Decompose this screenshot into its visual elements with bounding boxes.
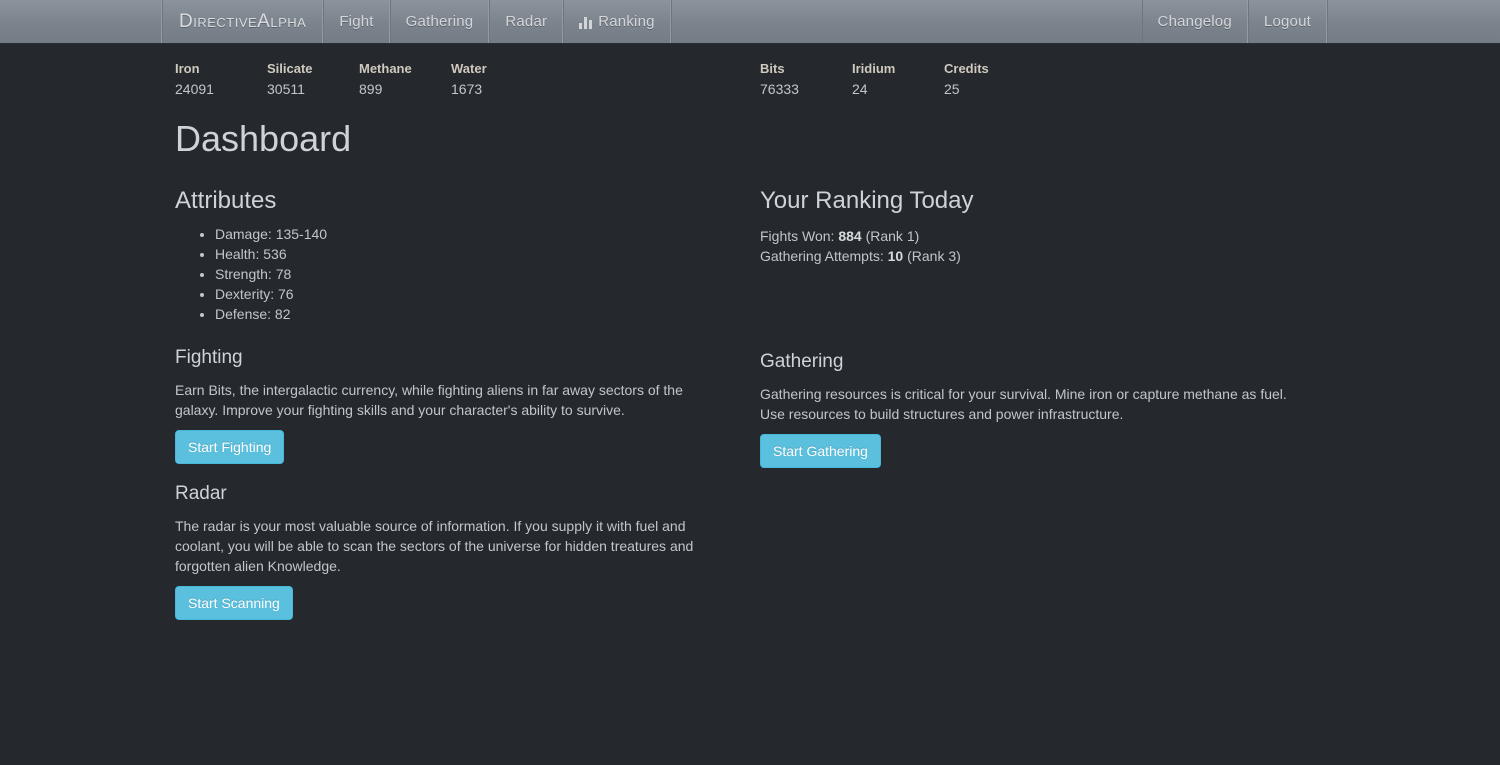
resource-iridium-value: 24 bbox=[852, 81, 868, 97]
dashboard-columns: Attributes Damage: 135-140 Health: 536 S… bbox=[175, 164, 1325, 620]
gathering-block: Gathering Gathering resources is critica… bbox=[760, 350, 1345, 468]
ranking-title: Your Ranking Today bbox=[760, 187, 974, 214]
ranking-fights-won-label: Fights Won: bbox=[760, 228, 835, 244]
resource-iron-value: 24091 bbox=[175, 81, 214, 97]
ranking-fights-won-value: 884 bbox=[838, 228, 862, 244]
nav-item-logout[interactable]: Logout bbox=[1247, 0, 1327, 43]
ranking-gathering-attempts-label: Gathering Attempts: bbox=[760, 248, 884, 264]
resource-bits-value: 76333 bbox=[760, 81, 799, 97]
resource-iridium: Iridium 24 bbox=[852, 59, 944, 100]
ranking-fights-won-rank: (Rank 1) bbox=[865, 228, 920, 244]
page-title: Dashboard bbox=[175, 118, 352, 159]
nav-item-logout-label: Logout bbox=[1263, 13, 1311, 30]
list-item: Damage: 135-140 bbox=[215, 224, 760, 244]
nav-item-fight-label: Fight bbox=[339, 13, 374, 30]
resource-methane: Methane 899 bbox=[359, 59, 451, 100]
resource-water-value: 1673 bbox=[451, 81, 483, 97]
nav-item-radar-label: Radar bbox=[505, 13, 548, 30]
start-scanning-button[interactable]: Start Scanning bbox=[175, 586, 293, 620]
navbar-spacer bbox=[670, 0, 1142, 43]
resource-methane-label: Methane bbox=[359, 61, 412, 76]
radar-block: Radar The radar is your most valuable so… bbox=[175, 482, 760, 620]
top-navbar: DirectiveAlpha Fight Gathering Radar Ran… bbox=[0, 0, 1500, 44]
navbar-right-group: Changelog Logout bbox=[1141, 0, 1327, 43]
nav-item-ranking[interactable]: Ranking bbox=[563, 0, 671, 43]
nav-item-gathering-label: Gathering bbox=[405, 13, 474, 30]
resource-water-label: Water bbox=[451, 61, 487, 76]
resource-credits-label: Credits bbox=[944, 61, 989, 76]
resource-water: Water 1673 bbox=[451, 59, 543, 100]
right-column: Your Ranking Today Fights Won: 884 (Rank… bbox=[760, 164, 1345, 620]
start-fighting-button[interactable]: Start Fighting bbox=[175, 430, 285, 464]
ranking-spacer bbox=[760, 266, 1345, 328]
attributes-title: Attributes bbox=[175, 187, 277, 214]
page-container: Iron 24091 Silicate 30511 Methane 899 Wa… bbox=[165, 44, 1335, 620]
fighting-description: Earn Bits, the intergalactic currency, w… bbox=[175, 382, 683, 418]
ranking-fights-won-row: Fights Won: 884 (Rank 1) bbox=[760, 226, 1345, 246]
bar-chart-icon bbox=[579, 16, 593, 29]
gathering-title: Gathering bbox=[760, 351, 844, 372]
fighting-title: Fighting bbox=[175, 347, 243, 368]
resource-iridium-label: Iridium bbox=[852, 61, 896, 76]
resource-bits: Bits 76333 bbox=[760, 59, 852, 100]
nav-item-fight[interactable]: Fight bbox=[323, 0, 390, 43]
radar-description: The radar is your most valuable source o… bbox=[175, 518, 694, 574]
nav-item-radar[interactable]: Radar bbox=[489, 0, 564, 43]
navbar-brand-label: DirectiveAlpha bbox=[179, 10, 307, 32]
nav-item-changelog[interactable]: Changelog bbox=[1141, 0, 1248, 43]
nav-item-changelog-label: Changelog bbox=[1157, 13, 1232, 30]
resource-silicate: Silicate 30511 bbox=[267, 59, 359, 100]
resource-bits-label: Bits bbox=[760, 61, 785, 76]
list-item: Strength: 78 bbox=[215, 264, 760, 284]
resource-iron: Iron 24091 bbox=[175, 59, 267, 100]
resource-credits: Credits 25 bbox=[944, 59, 1036, 100]
ranking-gathering-attempts-value: 10 bbox=[887, 248, 904, 264]
list-item: Defense: 82 bbox=[215, 304, 760, 324]
navbar-right-gutter bbox=[1327, 0, 1500, 43]
nav-item-gathering[interactable]: Gathering bbox=[389, 0, 490, 43]
radar-title: Radar bbox=[175, 483, 227, 504]
nav-item-ranking-label: Ranking bbox=[598, 13, 655, 30]
left-column: Attributes Damage: 135-140 Health: 536 S… bbox=[175, 164, 760, 620]
fighting-block: Fighting Earn Bits, the intergalactic cu… bbox=[175, 346, 760, 464]
navbar-brand[interactable]: DirectiveAlpha bbox=[162, 0, 324, 43]
resource-silicate-value: 30511 bbox=[267, 81, 305, 97]
attributes-list: Damage: 135-140 Health: 536 Strength: 78… bbox=[175, 224, 760, 324]
list-item: Dexterity: 76 bbox=[215, 284, 760, 304]
list-item: Health: 536 bbox=[215, 244, 760, 264]
start-gathering-button[interactable]: Start Gathering bbox=[760, 434, 881, 468]
resource-group-secondary: Bits 76333 Iridium 24 Credits 25 bbox=[760, 59, 1036, 100]
resource-iron-label: Iron bbox=[175, 61, 200, 76]
resource-credits-value: 25 bbox=[944, 81, 960, 97]
gathering-description: Gathering resources is critical for your… bbox=[760, 386, 1287, 422]
ranking-stats: Fights Won: 884 (Rank 1) Gathering Attem… bbox=[760, 226, 1345, 266]
resource-bar: Iron 24091 Silicate 30511 Methane 899 Wa… bbox=[175, 44, 1325, 100]
navbar-left-gutter bbox=[0, 0, 162, 43]
ranking-gathering-attempts-rank: (Rank 3) bbox=[907, 248, 961, 264]
resource-group-primary: Iron 24091 Silicate 30511 Methane 899 Wa… bbox=[175, 59, 760, 100]
ranking-gathering-attempts-row: Gathering Attempts: 10 (Rank 3) bbox=[760, 246, 1345, 266]
resource-silicate-label: Silicate bbox=[267, 61, 313, 76]
resource-methane-value: 899 bbox=[359, 81, 383, 97]
